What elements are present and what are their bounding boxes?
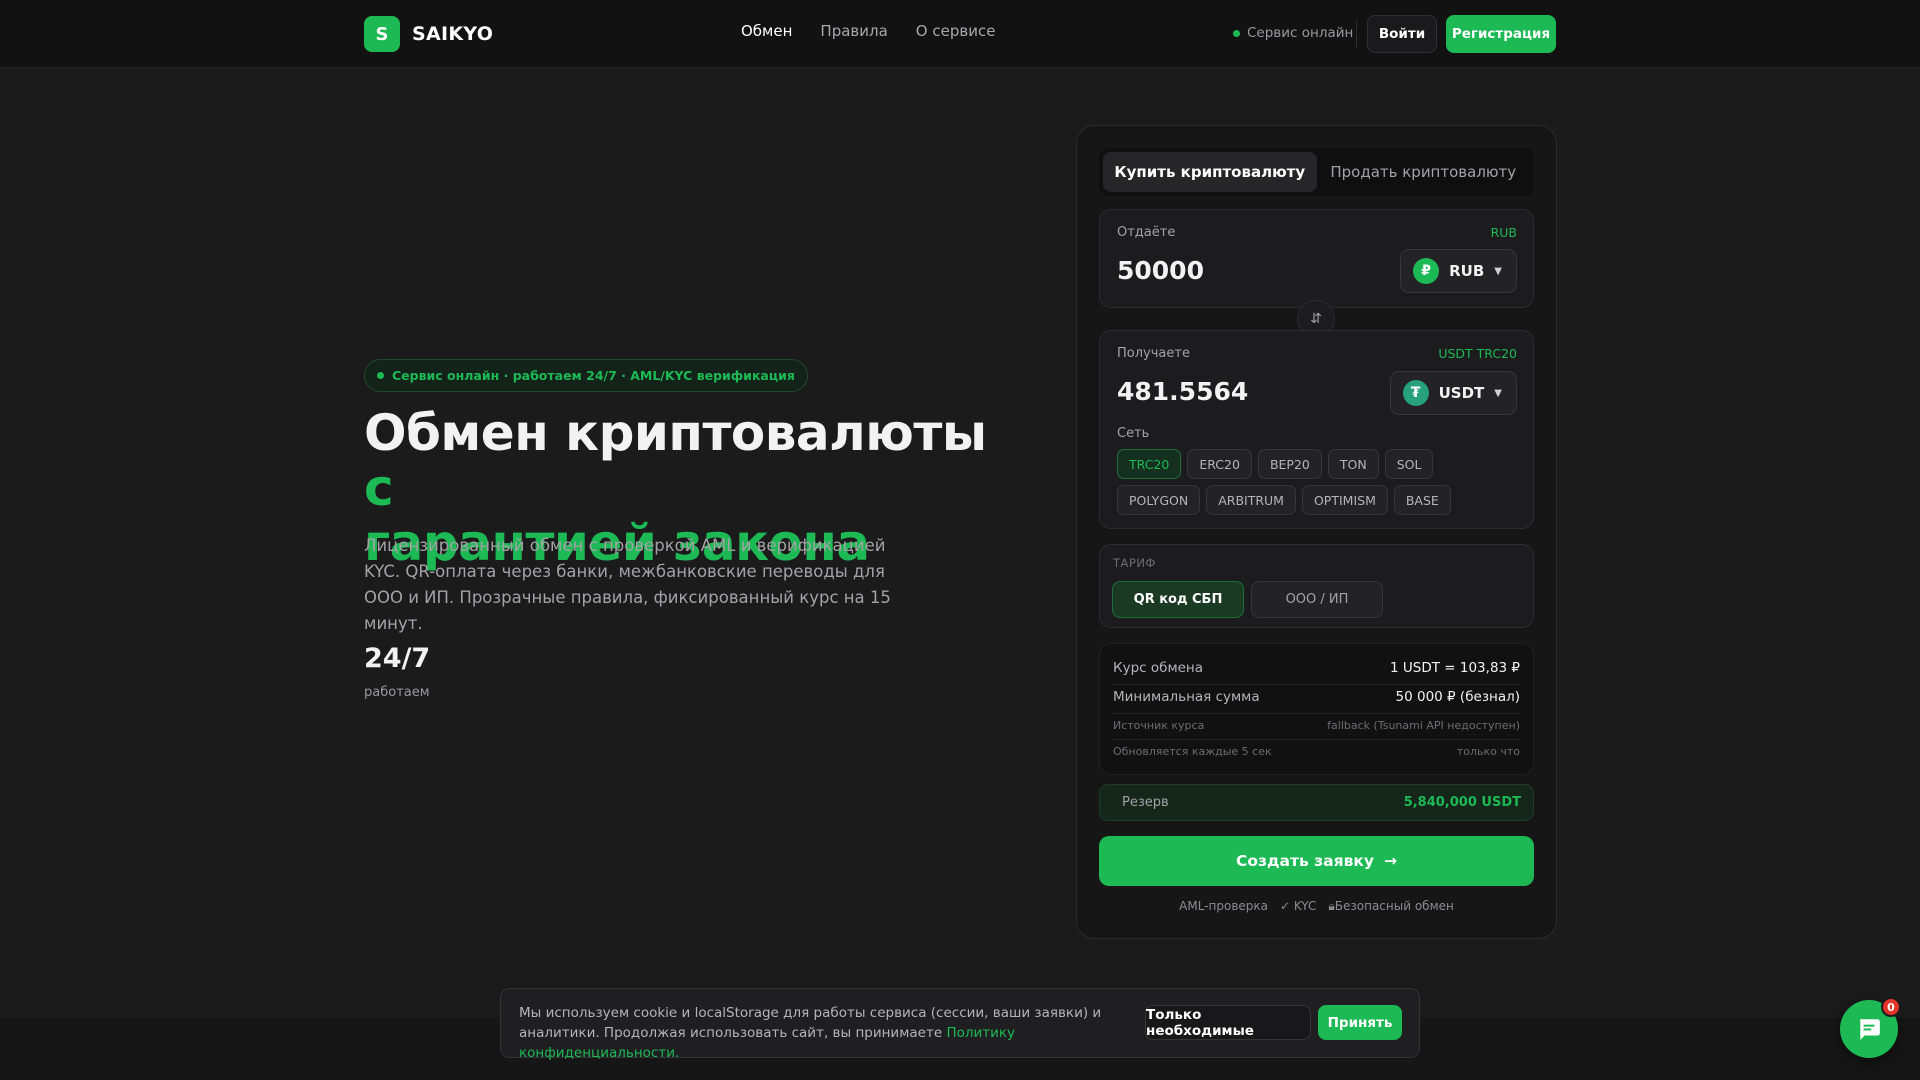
receive-currency-tag: USDT TRC20 (1438, 346, 1517, 361)
receive-box: Получаете USDT TRC20 481.5564 ₮ USDT ▼ С… (1099, 330, 1534, 529)
logo[interactable]: S SAIKYO (364, 16, 493, 52)
network-label: Сеть (1117, 426, 1150, 441)
network-chip-sol[interactable]: SOL (1384, 449, 1434, 479)
tab-sell[interactable]: Продать криптовалюту (1317, 152, 1531, 192)
cookie-necessary-button[interactable]: Только необходимые (1145, 1005, 1311, 1040)
arrow-right-icon: → (1384, 852, 1398, 870)
tariff-label: ТАРИФ (1113, 556, 1156, 570)
give-box: Отдаёте RUB 50000 ₽ RUB ▼ (1099, 209, 1534, 308)
aml-note: AML-проверка (1179, 899, 1268, 913)
logo-badge: S (364, 16, 400, 52)
network-chip-bep20[interactable]: BEP20 (1257, 449, 1322, 479)
exchange-card: Купить криптовалюту Продать криптовалюту… (1076, 125, 1557, 939)
info-divider (1113, 739, 1520, 740)
give-currency-tag: RUB (1490, 225, 1517, 240)
min-amount-row: Минимальная сумма 50 000 ₽ (безнал) (1113, 689, 1520, 705)
nav-link-about[interactable]: О сервисе (916, 22, 996, 40)
rate-source-value: fallback (Tsunami API недоступен) (1327, 719, 1520, 732)
stat-label: работаем (364, 685, 430, 700)
kyc-note: ✓ KYC (1280, 899, 1317, 913)
cookie-banner: Мы используем cookie и localStorage для … (500, 988, 1420, 1061)
cookie-accept-button[interactable]: Принять (1318, 1005, 1402, 1040)
tariff-box: ТАРИФ QR код СБП ООО / ИП (1099, 544, 1534, 628)
give-currency-value: RUB (1449, 262, 1485, 280)
logo-text: SAIKYO (412, 23, 494, 45)
tariff-qr-sbp-button[interactable]: QR код СБП (1112, 581, 1244, 618)
tab-buy[interactable]: Купить криптовалюту (1103, 152, 1317, 192)
network-chip-arbitrum[interactable]: ARBITRUM (1206, 485, 1296, 515)
status-dot-icon (377, 372, 384, 379)
register-button[interactable]: Регистрация (1446, 15, 1556, 53)
security-footnote: AML-проверка ✓ KYC 🔒︎Безопасный обмен (1099, 899, 1534, 914)
info-divider (1113, 684, 1520, 685)
chat-icon (1860, 1019, 1880, 1040)
rate-info-box: Курс обмена 1 USDT = 103,83 ₽ Минимальна… (1099, 643, 1534, 775)
top-header: S SAIKYO Обмен Правила О сервисе Сервис … (0, 0, 1920, 68)
nav-link-rules[interactable]: Правила (820, 22, 887, 40)
receive-currency-value: USDT (1438, 384, 1485, 402)
tariff-company-button[interactable]: ООО / ИП (1251, 581, 1383, 618)
receive-currency-select[interactable]: ₮ USDT ▼ (1389, 371, 1517, 415)
rate-label: Курс обмена (1113, 660, 1204, 676)
network-chip-optimism[interactable]: OPTIMISM (1301, 485, 1388, 515)
ruble-icon: ₽ (1413, 258, 1440, 284)
network-chips: TRC20 ERC20 BEP20 TON SOL POLYGON ARBITR… (1117, 449, 1522, 515)
give-amount-input[interactable]: 50000 (1117, 256, 1204, 285)
receive-label: Получаете (1117, 346, 1190, 361)
hero-badge: Сервис онлайн · работаем 24/7 · AML/KYC … (364, 359, 808, 392)
rate-source-label: Источник курса (1113, 719, 1205, 732)
receive-amount: 481.5564 (1117, 377, 1249, 406)
rate-source-row: Источник курса fallback (Tsunami API нед… (1113, 719, 1520, 732)
network-chip-trc20[interactable]: TRC20 (1117, 449, 1182, 479)
reserve-label: Резерв (1122, 795, 1169, 810)
create-order-button[interactable]: Создать заявку → (1099, 836, 1534, 886)
tether-icon: ₮ (1402, 380, 1429, 406)
main-nav: Обмен Правила О сервисе (741, 22, 995, 40)
hero-badge-text: Сервис онлайн · работаем 24/7 · AML/KYC … (392, 368, 795, 383)
rate-value: 1 USDT = 103,83 ₽ (1390, 660, 1520, 676)
stat-value: 24/7 (364, 643, 431, 674)
header-divider (1356, 20, 1357, 48)
service-status-text: Сервис онлайн (1247, 25, 1354, 41)
update-row: Обновляется каждые 5 сек только что (1113, 745, 1520, 758)
hero-description: Лицензированный обмен с проверкой AML и … (364, 536, 891, 633)
hero-title-main: Обмен криптовалюты (364, 404, 987, 462)
min-amount-value: 50 000 ₽ (безнал) (1395, 689, 1520, 705)
reserve-box: Резерв 5,840,000 USDT (1099, 784, 1534, 821)
give-currency-select[interactable]: ₽ RUB ▼ (1400, 249, 1517, 293)
min-amount-label: Минимальная сумма (1113, 689, 1260, 705)
status-dot-icon (1233, 29, 1240, 37)
give-label: Отдаёте (1117, 225, 1176, 240)
chevron-down-icon: ▼ (1494, 387, 1502, 399)
network-chip-erc20[interactable]: ERC20 (1187, 449, 1252, 479)
exchange-tabs: Купить криптовалюту Продать криптовалюту (1099, 148, 1534, 196)
update-label: Обновляется каждые 5 сек (1113, 745, 1272, 758)
cookie-text: Мы используем cookie и localStorage для … (519, 1003, 1119, 1063)
network-chip-base[interactable]: BASE (1393, 485, 1451, 515)
login-button[interactable]: Войти (1367, 15, 1437, 53)
network-chip-polygon[interactable]: POLYGON (1117, 485, 1201, 515)
chevron-down-icon: ▼ (1494, 265, 1502, 277)
chat-badge: 0 (1881, 997, 1901, 1017)
info-divider (1113, 713, 1520, 714)
update-value: только что (1456, 745, 1520, 758)
network-chip-ton[interactable]: TON (1327, 449, 1379, 479)
service-status: Сервис онлайн (1233, 25, 1353, 41)
safe-exchange-note: 🔒︎Безопасный обмен (1328, 899, 1454, 913)
nav-link-exchange[interactable]: Обмен (741, 22, 792, 40)
hero-title-accent-1: с (364, 459, 394, 517)
reserve-value: 5,840,000 USDT (1403, 795, 1521, 810)
rate-row: Курс обмена 1 USDT = 103,83 ₽ (1113, 660, 1520, 676)
create-order-label: Создать заявку (1235, 852, 1375, 870)
